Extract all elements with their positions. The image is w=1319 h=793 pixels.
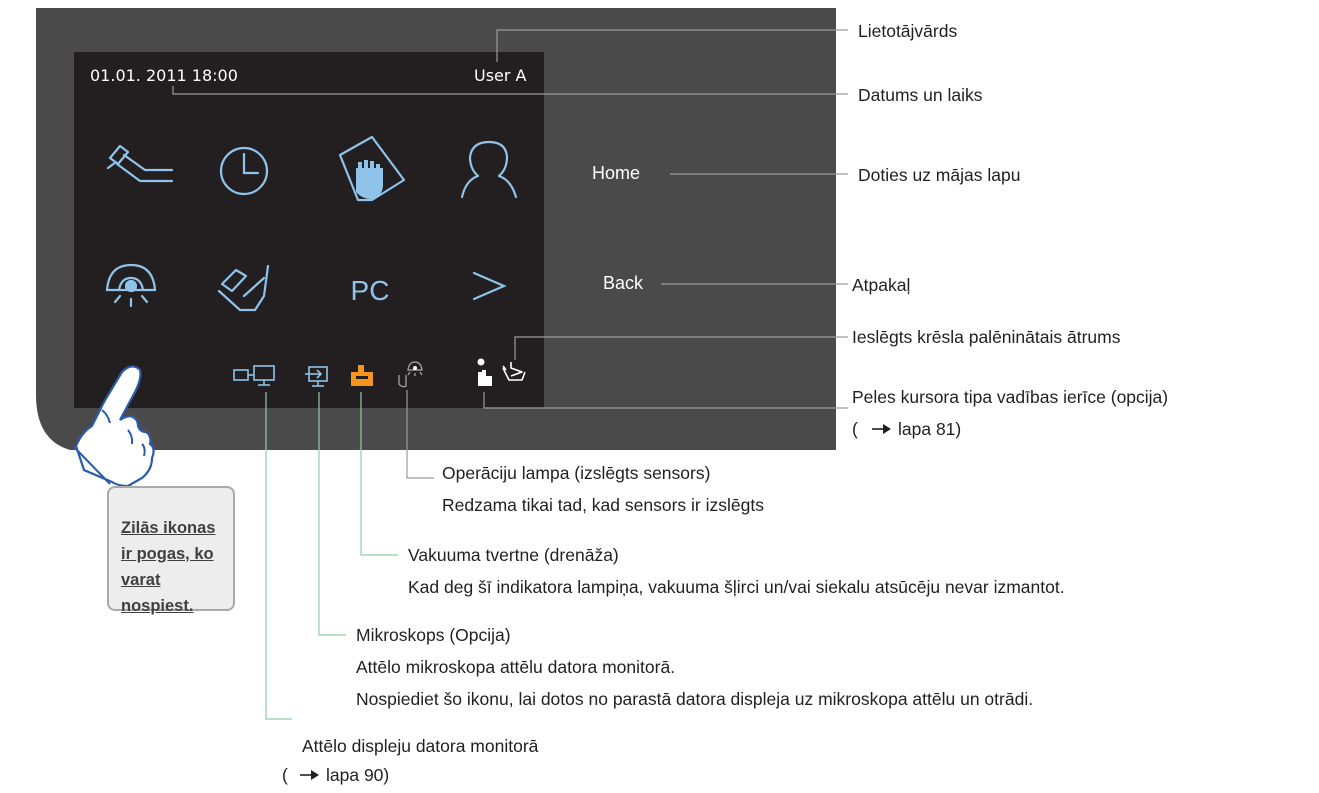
pc-button[interactable]: PC	[351, 275, 390, 306]
callout-mouse-device: Peles kursora tipa vadības ierīce (opcij…	[852, 387, 1169, 407]
note-box: Zilās ikonas ir pogas, ko varat nospiest…	[107, 486, 235, 615]
home-button[interactable]: Home	[592, 163, 640, 184]
callout-datetime: Datums un laiks	[858, 85, 983, 105]
callout-microscope-hint: Nospiediet šo ikonu, lai dotos no parast…	[356, 689, 1034, 709]
callout-username: Lietotājvārds	[858, 21, 958, 41]
callout-op-lamp-desc: Redzama tikai tad, kad sensors ir izslēg…	[442, 495, 764, 515]
back-button[interactable]: Back	[603, 273, 643, 294]
screen-datetime: 01.01. 2011 18:00	[90, 66, 238, 85]
callout-op-lamp-title: Operāciju lampa (izslēgts sensors)	[442, 463, 711, 483]
callout-monitor-title: Attēlo displeju datora monitorā	[302, 736, 539, 756]
callout-back: Atpakaļ	[852, 275, 911, 295]
touch-screen	[74, 52, 544, 408]
callout-vacuum-desc: Kad deg šī indikatora lampiņa, vakuuma š…	[408, 577, 1065, 597]
callout-monitor-paren: (	[282, 765, 288, 785]
callout-mouse-paren: (	[852, 419, 858, 439]
callout-microscope-desc: Attēlo mikroskopa attēlu datora monitorā…	[356, 657, 676, 677]
callout-home: Doties uz mājas lapu	[858, 165, 1021, 185]
callout-microscope-title: Mikroskops (Opcija)	[356, 625, 511, 645]
callout-slow-speed: Ieslēgts krēsla palēninātais ātrums	[852, 327, 1121, 347]
screen-username[interactable]: User A	[474, 66, 527, 85]
callout-vacuum-title: Vakuuma tvertne (drenāža)	[408, 545, 619, 565]
note-text: Zilās ikonas ir pogas, ko varat nospiest…	[121, 519, 216, 615]
callout-monitor-page: lapa 90)	[326, 765, 390, 785]
callout-mouse-page: lapa 81)	[898, 419, 962, 439]
